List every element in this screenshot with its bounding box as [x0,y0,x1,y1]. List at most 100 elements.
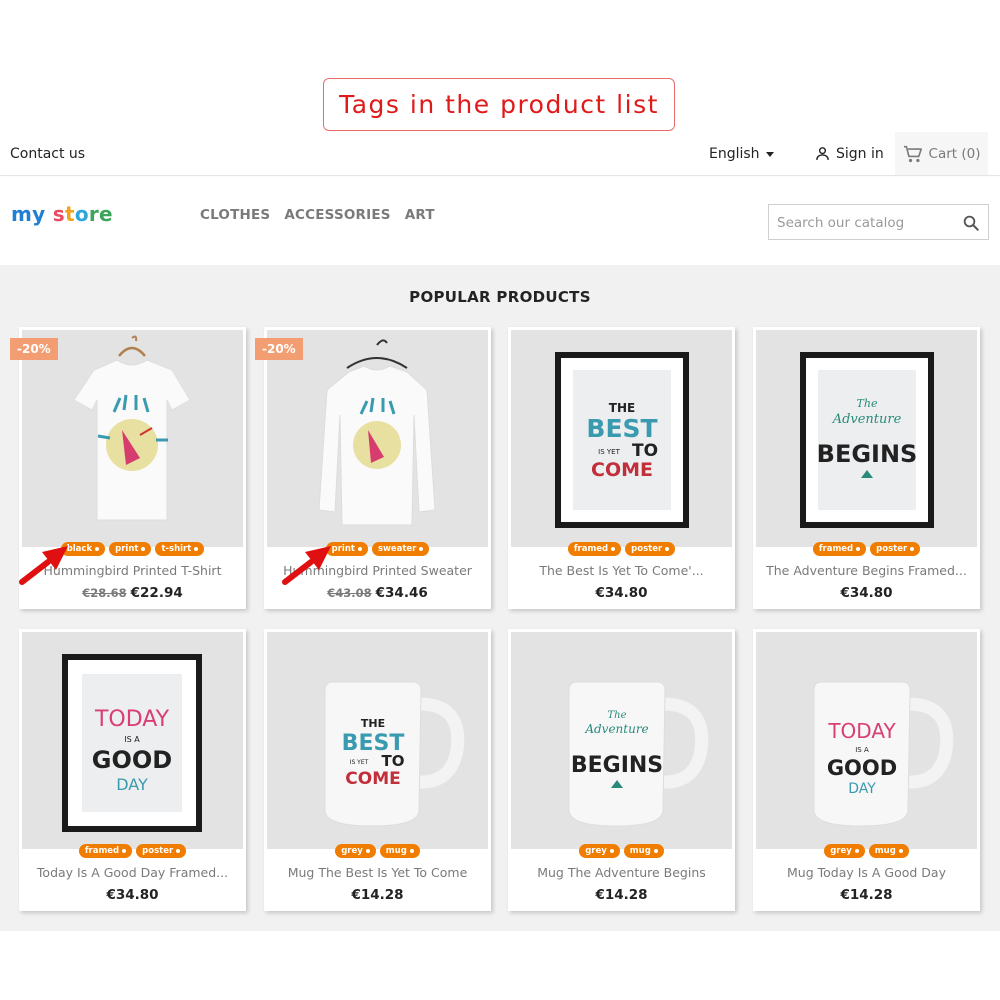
product-tag[interactable]: mug [623,844,664,858]
tag-dot-icon [176,849,181,853]
mug-text: GOOD [827,756,897,780]
mug-text: IS YET [350,759,369,766]
poster-text: COME [591,459,653,481]
product-name[interactable]: Mug Today Is A Good Day [761,865,972,880]
product-price: €34.80 [508,585,735,601]
poster-text: IS YET [598,448,620,456]
mug-image: The Adventure BEGINS [568,681,709,827]
shopping-cart-icon [903,145,922,162]
product-card[interactable]: The Adventure BEGINS framed poster The A… [753,327,980,609]
product-price: €34.80 [753,585,980,601]
product-tags: framed poster [508,542,735,556]
discount-badge: -20% [10,338,58,360]
poster-text: IS A [124,735,140,744]
product-tag[interactable]: poster [136,844,187,858]
product-tags: grey mug [264,844,491,858]
mug-image: TODAY IS A GOOD DAY [813,681,954,827]
price: €14.28 [595,887,648,903]
tag-dot-icon [665,547,670,551]
price: €34.80 [840,585,893,601]
product-tag[interactable]: mug [868,844,909,858]
mug-text: Adventure [584,722,648,736]
mug-text: THE [361,717,385,730]
nav-item-art[interactable]: ART [405,207,435,223]
contact-us-link[interactable]: Contact us [10,146,85,162]
poster-text: THE [609,401,635,415]
annotation-arrow-icon [282,546,331,585]
sign-in-label: Sign in [836,145,884,162]
product-image[interactable]: The Adventure BEGINS [511,632,732,849]
sweater-image [318,339,436,526]
product-price: €28.68 €22.94 [19,585,246,601]
section-title: POPULAR PRODUCTS [409,288,591,306]
nav-item-clothes[interactable]: CLOTHES [200,207,270,223]
product-card[interactable]: The Adventure BEGINS grey mug Mug The Ad… [508,629,735,911]
product-tag[interactable]: poster [625,542,676,556]
tag-dot-icon [653,849,658,853]
product-tag[interactable]: grey [824,844,865,858]
poster-text: TO [632,441,658,461]
mug-text: DAY [848,781,876,797]
price: €34.80 [106,887,159,903]
mug-image: THE BEST IS YET TO COME [324,681,465,827]
regular-price: €43.08 [327,586,372,600]
product-tag[interactable]: grey [335,844,376,858]
product-image[interactable]: THE BEST IS YET TO COME [511,330,732,547]
product-image[interactable] [267,330,488,547]
cart-button[interactable]: Cart (0) [895,132,988,175]
product-image[interactable]: TODAY IS A GOOD DAY [22,632,243,849]
product-name[interactable]: Mug The Adventure Begins [516,865,727,880]
tag-dot-icon [854,849,859,853]
product-card[interactable]: THE BEST IS YET TO COME framed poster Th… [508,327,735,609]
product-name[interactable]: Mug The Best Is Yet To Come [272,865,483,880]
language-selector[interactable]: English [709,146,774,162]
regular-price: €28.68 [82,586,127,600]
product-name[interactable]: The Adventure Begins Framed... [761,563,972,578]
product-image[interactable]: The Adventure BEGINS [756,330,977,547]
tag-dot-icon [194,547,199,551]
search-box [768,204,989,240]
products-section: POPULAR PRODUCTS -20% black print t-shir… [0,265,1000,931]
tag-dot-icon [409,849,414,853]
main-nav: CLOTHES ACCESSORIES ART [200,207,435,223]
product-price: €14.28 [264,887,491,903]
poster-text: DAY [116,775,148,794]
framed-poster-image: The Adventure BEGINS [800,352,934,528]
product-image[interactable]: THE BEST IS YET TO COME [267,632,488,849]
product-image[interactable]: TODAY IS A GOOD DAY [756,632,977,849]
product-tag[interactable]: grey [579,844,620,858]
product-card[interactable]: THE BEST IS YET TO COME grey mug Mug The… [264,629,491,911]
poster-text: BEGINS [817,440,918,468]
store-logo[interactable]: my store [11,202,113,226]
price: €14.28 [351,887,404,903]
product-name[interactable]: The Best Is Yet To Come'... [516,563,727,578]
product-image[interactable] [22,330,243,547]
product-card[interactable]: TODAY IS A GOOD DAY framed poster Today … [19,629,246,911]
product-tag[interactable]: poster [870,542,921,556]
product-tag[interactable]: t-shirt [155,542,205,556]
product-tag[interactable]: sweater [371,542,430,556]
product-tag[interactable]: print [109,542,152,556]
search-icon[interactable] [962,214,980,232]
mug-text: COME [345,769,400,789]
tag-dot-icon [419,547,424,551]
discount-badge: -20% [255,338,303,360]
main-header: my store CLOTHES ACCESSORIES ART [0,177,1000,265]
nav-item-accessories[interactable]: ACCESSORIES [284,207,390,223]
tag-dot-icon [611,547,616,551]
language-label: English [709,146,760,162]
product-tag[interactable]: framed [567,542,622,556]
sign-in-link[interactable]: Sign in [814,145,884,162]
product-tag[interactable]: framed [812,542,867,556]
price: €34.80 [595,585,648,601]
cart-label: Cart (0) [928,145,981,162]
product-tag[interactable]: framed [78,844,133,858]
tag-dot-icon [122,849,127,853]
search-input[interactable] [777,213,957,233]
annotation-text: Tags in the product list [339,90,659,119]
product-name[interactable]: Today Is A Good Day Framed... [27,865,238,880]
product-tag[interactable]: mug [379,844,420,858]
product-card[interactable]: TODAY IS A GOOD DAY grey mug Mug Today I… [753,629,980,911]
page: Tags in the product list Contact us Engl… [0,0,1000,1000]
tag-dot-icon [95,547,100,551]
